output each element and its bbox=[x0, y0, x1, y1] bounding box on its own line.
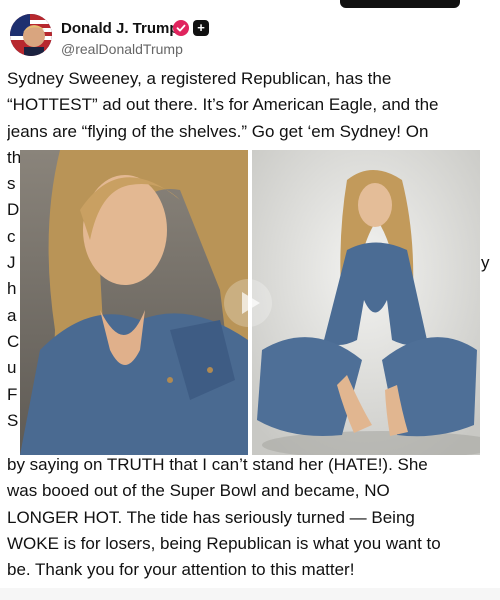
post-header: Donald J. Trump + @realDonaldTrump bbox=[0, 8, 500, 64]
post-text-line: “HOTTEST” ad out there. It’s for America… bbox=[7, 95, 439, 115]
post-text-line: Sydney Sweeney, a registered Republican,… bbox=[7, 69, 392, 88]
photo-left[interactable] bbox=[20, 150, 248, 455]
post-text-line: LONGER HOT. The tide has seriously turne… bbox=[7, 507, 415, 527]
plus-icon: + bbox=[193, 20, 209, 36]
verified-badge-icon bbox=[173, 20, 189, 36]
author-handle[interactable]: @realDonaldTrump bbox=[61, 41, 183, 57]
play-icon[interactable] bbox=[223, 278, 273, 328]
post-text-continued: by saying on TRUTH that I can’t stand he… bbox=[7, 452, 493, 583]
post-text-line: be. Thank you for your attention to this… bbox=[7, 560, 355, 580]
photo-right[interactable] bbox=[252, 150, 480, 455]
author-name[interactable]: Donald J. Trump bbox=[61, 20, 179, 37]
avatar[interactable] bbox=[10, 14, 52, 56]
post-text-line: was booed out of the Super Bowl and beca… bbox=[7, 481, 390, 501]
obscured-line-end: y bbox=[481, 252, 490, 272]
media-container[interactable] bbox=[20, 150, 480, 455]
post-text-line: by saying on TRUTH that I can’t stand he… bbox=[7, 455, 428, 474]
post-text-line: jeans are “flying of the shelves.” Go ge… bbox=[7, 121, 429, 141]
top-bar bbox=[340, 0, 460, 8]
bottom-bar bbox=[0, 588, 500, 600]
post-text-line: WOKE is for losers, being Republican is … bbox=[7, 533, 441, 553]
